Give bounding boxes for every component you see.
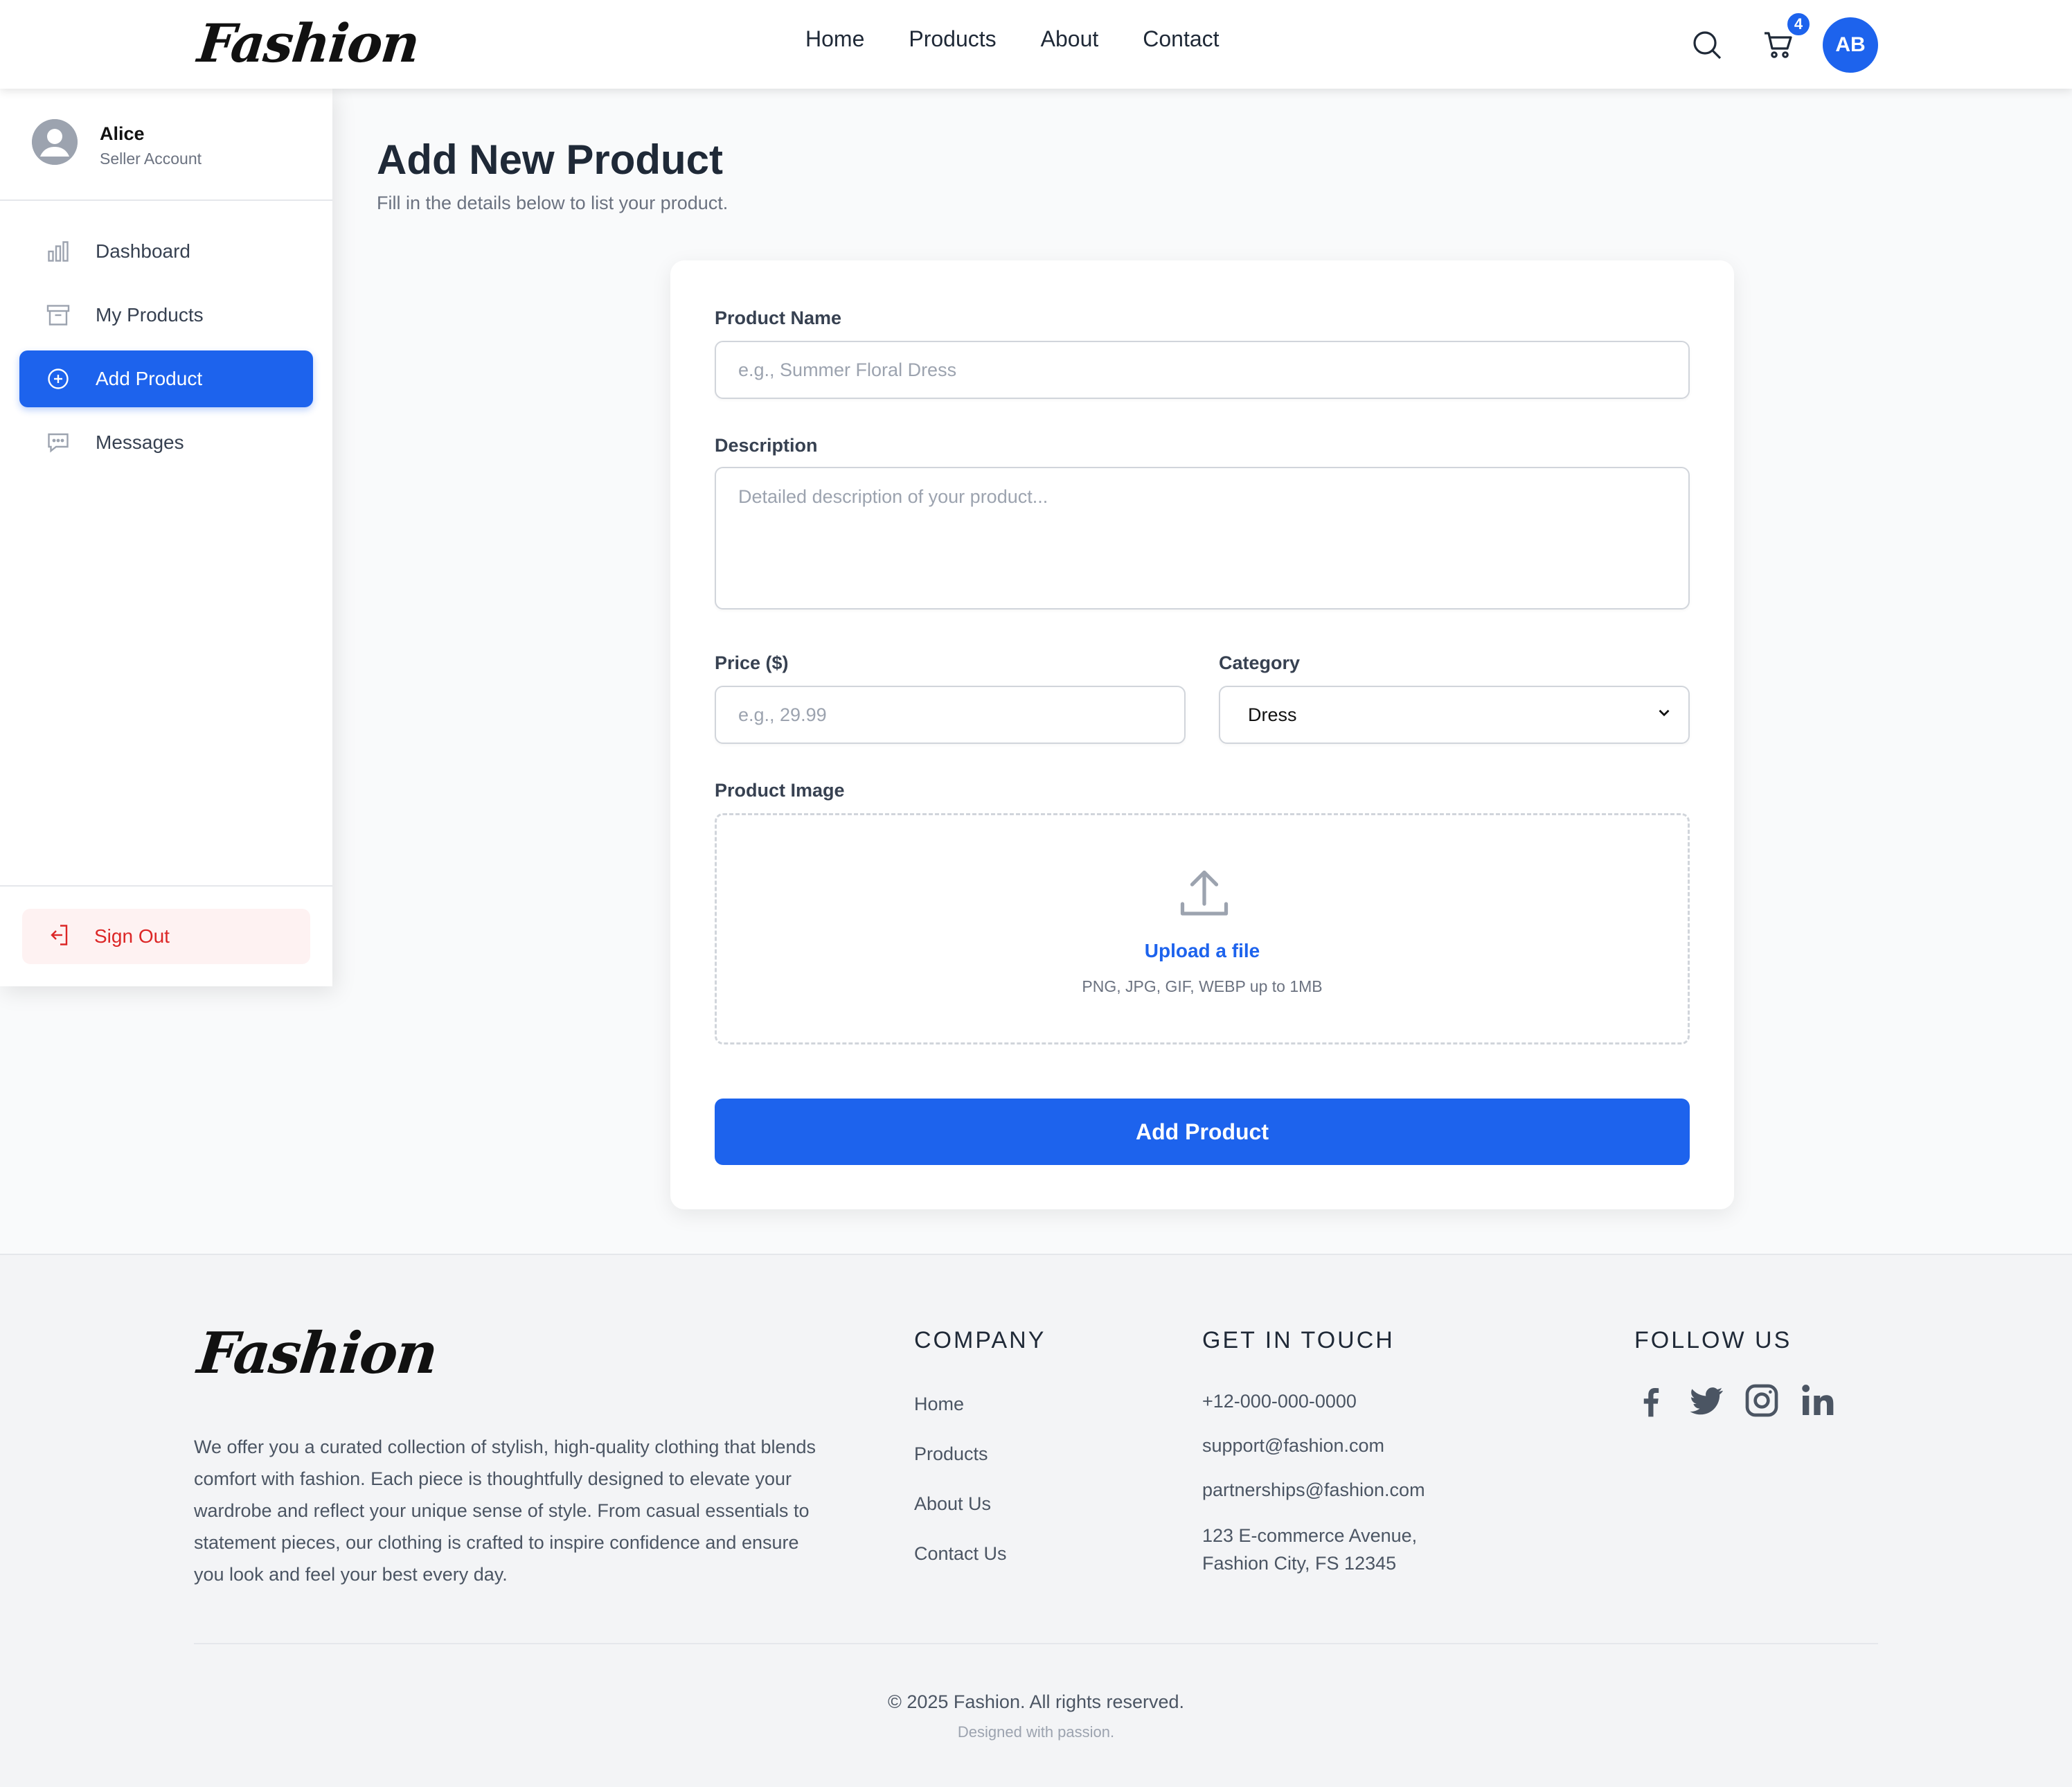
sign-out-label: Sign Out	[94, 925, 170, 947]
user-name: Alice	[100, 123, 145, 144]
sidebar-divider	[0, 885, 332, 887]
nav-home[interactable]: Home	[805, 26, 864, 52]
footer-logo: Fashion	[194, 1320, 440, 1387]
footer-link-products[interactable]: Products	[914, 1443, 988, 1465]
footer-link-about[interactable]: About Us	[914, 1493, 991, 1515]
chevron-down-icon	[1655, 704, 1673, 727]
image-dropzone[interactable]: Upload a file PNG, JPG, GIF, WEBP up to …	[715, 813, 1690, 1044]
footer-email-partners[interactable]: partnerships@fashion.com	[1202, 1479, 1425, 1501]
sidebar-item-add-product[interactable]: Add Product	[19, 350, 313, 407]
user-avatar[interactable]: AB	[1823, 17, 1878, 73]
product-image-label: Product Image	[715, 780, 845, 801]
footer-link-contact[interactable]: Contact Us	[914, 1543, 1007, 1565]
contact-heading: GET IN TOUCH	[1202, 1327, 1395, 1353]
price-input[interactable]: e.g., 29.99	[715, 686, 1186, 744]
facebook-icon[interactable]	[1632, 1381, 1670, 1420]
sidebar-item-label: My Products	[96, 304, 204, 326]
main-nav: Home Products About Contact	[805, 26, 1220, 52]
upload-file-link[interactable]: Upload a file	[717, 940, 1688, 962]
archive-box-icon	[44, 301, 72, 329]
user-role: Seller Account	[100, 150, 202, 168]
sign-out-icon	[46, 923, 73, 950]
nav-products[interactable]: Products	[909, 26, 996, 52]
footer-email-support[interactable]: support@fashion.com	[1202, 1435, 1384, 1457]
follow-heading: FOLLOW US	[1634, 1327, 1792, 1353]
page-title: Add New Product	[377, 136, 724, 183]
add-product-button[interactable]: Add Product	[715, 1099, 1690, 1165]
copyright: © 2025 Fashion. All rights reserved.	[887, 1691, 1185, 1712]
page-subtitle: Fill in the details below to list your p…	[377, 193, 729, 213]
description-label: Description	[715, 435, 818, 456]
sidebar-item-label: Dashboard	[96, 240, 190, 262]
sidebar: Alice Seller Account Dashboard My Produc…	[0, 89, 332, 986]
brand-logo[interactable]: Fashion	[195, 12, 421, 74]
sidebar-item-dashboard[interactable]: Dashboard	[19, 223, 313, 280]
sidebar-user: Alice Seller Account	[0, 89, 332, 201]
linkedin-icon[interactable]	[1798, 1381, 1837, 1420]
footer-divider	[194, 1643, 1878, 1644]
footer: Fashion We offer you a curated collectio…	[0, 1254, 2072, 1787]
price-label: Price ($)	[715, 652, 789, 673]
tagline: Designed with passion.	[957, 1723, 1115, 1741]
top-header: Fashion Home Products About Contact 4 AB	[0, 0, 2072, 89]
add-product-form: Product Name e.g., Summer Floral Dress D…	[670, 260, 1734, 1209]
cart-count-badge: 4	[1785, 11, 1812, 37]
footer-link-home[interactable]: Home	[914, 1394, 964, 1415]
footer-phone[interactable]: +12-000-000-0000	[1202, 1391, 1357, 1412]
footer-address-line2: Fashion City, FS 12345	[1202, 1553, 1397, 1574]
search-icon[interactable]	[1690, 25, 1723, 64]
sign-out-button[interactable]: Sign Out	[22, 909, 310, 964]
upload-icon	[1175, 865, 1233, 923]
description-textarea[interactable]: Detailed description of your product...	[715, 467, 1690, 610]
nav-about[interactable]: About	[1041, 26, 1099, 52]
upload-hint: PNG, JPG, GIF, WEBP up to 1MB	[1082, 977, 1323, 995]
product-name-input[interactable]: e.g., Summer Floral Dress	[715, 341, 1690, 399]
chat-bubble-icon	[44, 429, 72, 456]
sidebar-item-label: Messages	[96, 432, 184, 453]
instagram-icon[interactable]	[1742, 1381, 1781, 1420]
product-name-label: Product Name	[715, 308, 842, 328]
category-select[interactable]: Dress	[1219, 686, 1690, 744]
bar-chart-icon	[44, 238, 72, 265]
sidebar-item-my-products[interactable]: My Products	[19, 287, 313, 344]
footer-address-line1: 123 E-commerce Avenue,	[1202, 1525, 1418, 1546]
user-avatar-icon	[32, 119, 78, 165]
category-value: Dress	[1248, 704, 1297, 725]
twitter-icon[interactable]	[1687, 1381, 1726, 1420]
company-heading: COMPANY	[914, 1327, 1046, 1353]
category-label: Category	[1219, 652, 1301, 673]
sidebar-item-messages[interactable]: Messages	[19, 414, 313, 471]
plus-circle-icon	[44, 365, 72, 393]
nav-contact[interactable]: Contact	[1143, 26, 1219, 52]
sidebar-item-label: Add Product	[96, 368, 203, 389]
footer-description: We offer you a curated collection of sty…	[194, 1437, 816, 1585]
